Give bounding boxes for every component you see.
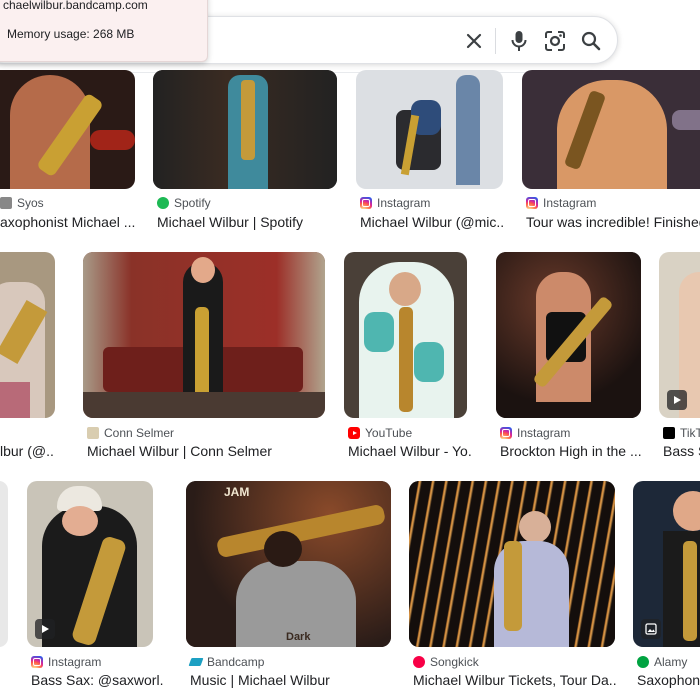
- result-source-label: Songkick: [430, 655, 479, 669]
- bandcamp-icon: [188, 658, 204, 666]
- result-thumbnail[interactable]: [0, 70, 135, 189]
- result-source-label: Syos: [17, 196, 44, 210]
- result-source: Conn Selmer: [87, 426, 174, 440]
- syos-icon: [0, 197, 12, 209]
- result-thumbnail[interactable]: [659, 252, 700, 418]
- result-source: Bandcamp: [188, 655, 265, 669]
- mic-icon[interactable]: [507, 29, 531, 53]
- result-title[interactable]: Bass Sax: @saxworl...: [31, 672, 163, 688]
- result-source-label: Alamy: [654, 655, 688, 669]
- spotify-icon: [157, 197, 169, 209]
- result-title[interactable]: Michael Wilbur (@mic...: [360, 214, 503, 230]
- result-source: Instagram: [526, 196, 596, 210]
- result-source-label: Instagram: [377, 196, 431, 210]
- result-title[interactable]: Music | Michael Wilbur: [190, 672, 391, 688]
- result-title[interactable]: Brockton High in the ...: [500, 443, 641, 459]
- tooltip-url: chaelwilbur.bandcamp.com: [3, 0, 148, 12]
- result-source: Instagram: [360, 196, 430, 210]
- result-title[interactable]: Saxophonis: [637, 672, 700, 688]
- result-source-label: Instagram: [48, 655, 102, 669]
- result-thumbnail[interactable]: [496, 252, 641, 418]
- result-source: YouTube: [348, 426, 412, 440]
- result-thumbnail[interactable]: [83, 252, 325, 418]
- jam-sign-text: JAM: [224, 485, 250, 499]
- result-source: Instagram: [500, 426, 570, 440]
- result-source: Alamy: [637, 655, 687, 669]
- result-title[interactable]: Michael Wilbur - Yo...: [348, 443, 471, 459]
- result-source: Songkick: [413, 655, 479, 669]
- conn-selmer-icon: [87, 427, 99, 439]
- alamy-icon: [637, 656, 649, 668]
- result-source: Instagram: [31, 655, 101, 669]
- instagram-icon: [31, 656, 43, 668]
- image-icon: [641, 619, 661, 639]
- memory-tooltip: chaelwilbur.bandcamp.com Memory usage: 2…: [0, 0, 208, 62]
- result-source-label: Spotify: [174, 196, 211, 210]
- result-title[interactable]: Bass S: [663, 443, 700, 459]
- tiktok-icon: [663, 427, 675, 439]
- tooltip-memory-usage: Memory usage: 268 MB: [7, 27, 135, 41]
- result-source-label: Instagram: [543, 196, 597, 210]
- instagram-icon: [526, 197, 538, 209]
- result-thumbnail[interactable]: [344, 252, 467, 418]
- result-source: TikT: [663, 426, 700, 440]
- result-source-label: Conn Selmer: [104, 426, 175, 440]
- play-icon: [35, 619, 55, 639]
- search-divider: [495, 28, 496, 54]
- result-source-label: Instagram: [517, 426, 571, 440]
- result-thumbnail[interactable]: [409, 481, 615, 647]
- search-icon[interactable]: [579, 29, 603, 53]
- result-thumbnail[interactable]: [633, 481, 700, 647]
- result-source: Spotify: [157, 196, 211, 210]
- result-thumbnail[interactable]: [522, 70, 700, 189]
- result-thumbnail[interactable]: [356, 70, 503, 189]
- close-icon[interactable]: [462, 29, 486, 53]
- youtube-icon: [348, 427, 360, 439]
- result-title[interactable]: Michael Wilbur Tickets, Tour Da...: [413, 672, 617, 688]
- camera-lens-icon[interactable]: [543, 29, 567, 53]
- result-title[interactable]: Tour was incredible! Finished: [526, 214, 700, 230]
- shirt-text: Dark: [286, 631, 311, 643]
- result-source-label: Bandcamp: [207, 655, 265, 669]
- result-source-label: YouTube: [365, 426, 413, 440]
- instagram-icon: [360, 197, 372, 209]
- result-source-label: TikT: [680, 426, 700, 440]
- result-thumbnail[interactable]: JAM Dark: [186, 481, 391, 647]
- result-source: Syos: [0, 196, 44, 210]
- result-thumbnail[interactable]: [27, 481, 153, 647]
- result-title[interactable]: lbur (@...: [0, 443, 55, 459]
- result-thumbnail[interactable]: [153, 70, 337, 189]
- instagram-icon: [500, 427, 512, 439]
- result-thumbnail[interactable]: [0, 481, 8, 647]
- result-thumbnail[interactable]: [0, 252, 55, 418]
- songkick-icon: [413, 656, 425, 668]
- result-title[interactable]: Michael Wilbur | Conn Selmer: [87, 443, 325, 459]
- play-icon: [667, 390, 687, 410]
- result-title[interactable]: axophonist Michael ...: [0, 214, 135, 230]
- result-title[interactable]: Michael Wilbur | Spotify: [157, 214, 337, 230]
